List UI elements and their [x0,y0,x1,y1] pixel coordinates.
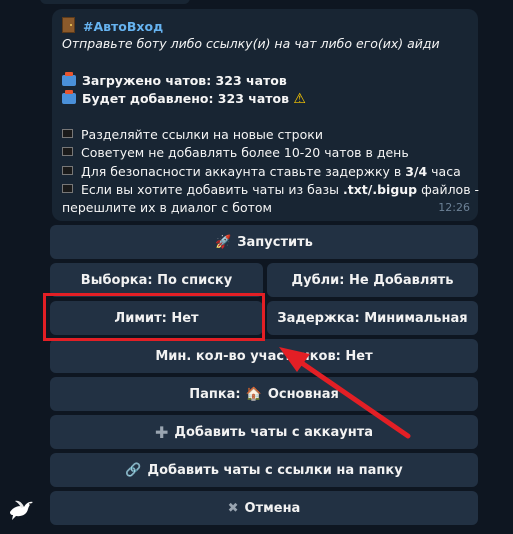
dove-icon [10,500,33,520]
arrow-shaft [293,356,411,439]
bot-avatar[interactable] [6,494,36,524]
red-arrow-annotation [279,347,411,439]
